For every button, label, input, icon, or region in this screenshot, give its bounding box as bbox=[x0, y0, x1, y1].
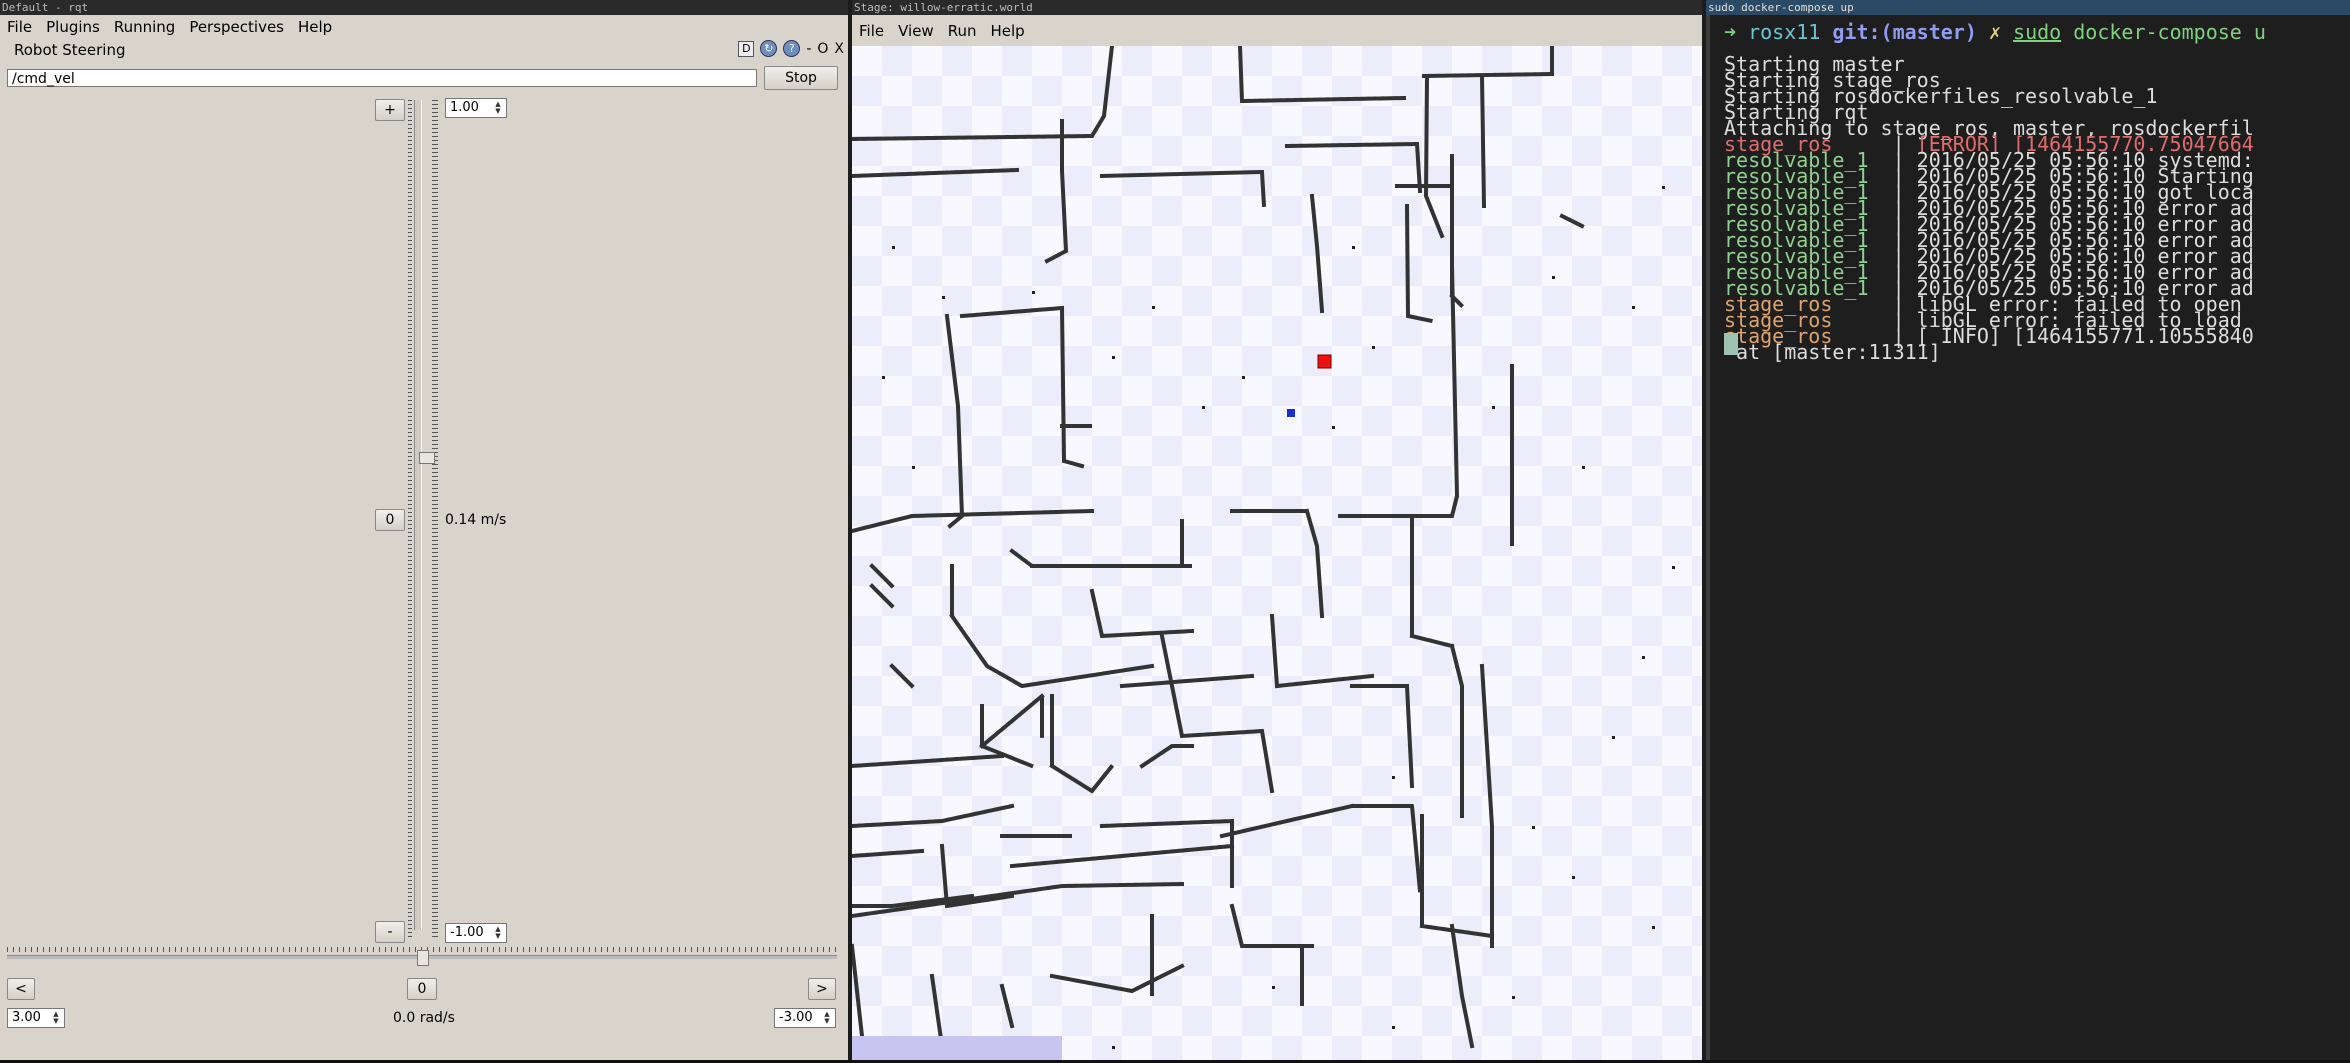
topic-input[interactable]: /cmd_vel bbox=[7, 69, 757, 87]
prompt-dirty-mark: ✗ bbox=[1988, 20, 2001, 44]
rqt-title-bar: Default - rqt bbox=[0, 0, 848, 15]
stage-menu-view[interactable]: View bbox=[891, 22, 941, 40]
robot-red-marker bbox=[1317, 354, 1332, 369]
minimize-button[interactable]: - bbox=[806, 41, 811, 57]
terminal-line-text: at [master:11311] bbox=[1724, 340, 1941, 364]
stage-map-canvas[interactable] bbox=[852, 46, 1702, 1060]
min-angular-spinbox[interactable]: -3.00 ▲ ▼ bbox=[774, 1008, 836, 1028]
max-linear-value: 1.00 bbox=[450, 100, 479, 115]
min-linear-spinbox[interactable]: -1.00 ▲ ▼ bbox=[445, 923, 507, 943]
terminal-window: sudo docker-compose up ➜ rosx11 git:(mas… bbox=[1706, 0, 2350, 1060]
prompt-cmd-sudo: sudo bbox=[2013, 20, 2062, 44]
terminal-title-bar: sudo docker-compose up bbox=[1706, 0, 2350, 15]
close-button[interactable]: X bbox=[834, 41, 844, 57]
zero-linear-button[interactable]: 0 bbox=[375, 509, 405, 531]
linear-slider-ticks-right bbox=[432, 100, 438, 938]
linear-slider-handle[interactable] bbox=[419, 451, 435, 464]
min-linear-value: -1.00 bbox=[450, 925, 484, 940]
angular-slider-handle[interactable] bbox=[417, 950, 429, 966]
prompt-dir: rosx11 bbox=[1748, 20, 1821, 44]
prompt-arrow-icon: ➜ bbox=[1724, 20, 1737, 44]
stage-status-bar bbox=[852, 1036, 1062, 1060]
terminal-prompt-line: ➜ rosx11 git:(master) ✗ sudo docker-comp… bbox=[1724, 20, 2266, 44]
help-button[interactable]: ? bbox=[783, 40, 801, 57]
terminal-cursor bbox=[1724, 333, 1738, 355]
menu-help[interactable]: Help bbox=[291, 18, 339, 36]
floorplan-map bbox=[852, 46, 1675, 1049]
max-angular-value: 3.00 bbox=[12, 1010, 41, 1025]
spin-arrows-icon[interactable]: ▲ ▼ bbox=[821, 1011, 833, 1025]
stop-button[interactable]: Stop bbox=[764, 66, 838, 90]
spin-arrows-icon[interactable]: ▲ ▼ bbox=[50, 1011, 62, 1025]
terminal-line: at [master:11311] bbox=[1724, 340, 1941, 364]
increase-linear-button[interactable]: + bbox=[375, 99, 405, 121]
decrease-linear-button[interactable]: - bbox=[375, 921, 405, 943]
angular-velocity-readout: 0.0 rad/s bbox=[393, 1010, 455, 1026]
min-angular-value: -3.00 bbox=[779, 1010, 813, 1025]
terminal-line-text: [ INFO] [1464155771.10555840 bbox=[1916, 324, 2254, 348]
spin-arrows-icon[interactable]: ▲ ▼ bbox=[492, 101, 504, 115]
menu-plugins[interactable]: Plugins bbox=[39, 18, 107, 36]
max-angular-spinbox[interactable]: 3.00 ▲ ▼ bbox=[7, 1008, 65, 1028]
stage-title-bar: Stage: willow-erratic.world bbox=[852, 0, 1702, 15]
rqt-window: Default - rqt File Plugins Running Persp… bbox=[0, 0, 848, 1060]
stage-menu-run[interactable]: Run bbox=[941, 22, 984, 40]
prompt-cmd-rest: docker-compose u bbox=[2073, 20, 2266, 44]
stage-menu-file[interactable]: File bbox=[852, 22, 891, 40]
menu-running[interactable]: Running bbox=[107, 18, 182, 36]
dock-button[interactable]: D bbox=[738, 40, 755, 57]
plugin-title: Robot Steering bbox=[14, 41, 126, 59]
prompt-git: git:(master) bbox=[1832, 20, 1977, 44]
zero-angular-button[interactable]: 0 bbox=[407, 978, 437, 1000]
menu-perspectives[interactable]: Perspectives bbox=[182, 18, 291, 36]
spin-arrows-icon[interactable]: ▲ ▼ bbox=[492, 926, 504, 940]
linear-velocity-readout: 0.14 m/s bbox=[445, 512, 507, 528]
linear-slider[interactable] bbox=[414, 100, 422, 930]
float-button[interactable]: O bbox=[817, 41, 828, 57]
reload-icon[interactable]: ↻ bbox=[760, 40, 778, 57]
menu-file[interactable]: File bbox=[0, 18, 39, 36]
turn-right-button[interactable]: > bbox=[808, 978, 836, 1000]
stage-window: Stage: willow-erratic.world File View Ru… bbox=[852, 0, 1702, 1060]
linear-slider-ticks-left bbox=[408, 100, 412, 938]
stage-menu-bar: File View Run Help bbox=[852, 19, 1702, 43]
rqt-menu-bar: File Plugins Running Perspectives Help bbox=[0, 15, 848, 39]
max-linear-spinbox[interactable]: 1.00 ▲ ▼ bbox=[445, 98, 507, 118]
robot-blue-marker bbox=[1287, 409, 1295, 417]
plugin-title-bar: Robot Steering D ↻ ? - O X bbox=[0, 39, 848, 61]
turn-left-button[interactable]: < bbox=[7, 978, 35, 1000]
terminal-output[interactable]: ➜ rosx11 git:(master) ✗ sudo docker-comp… bbox=[1706, 15, 2350, 1060]
stage-menu-help[interactable]: Help bbox=[983, 22, 1031, 40]
